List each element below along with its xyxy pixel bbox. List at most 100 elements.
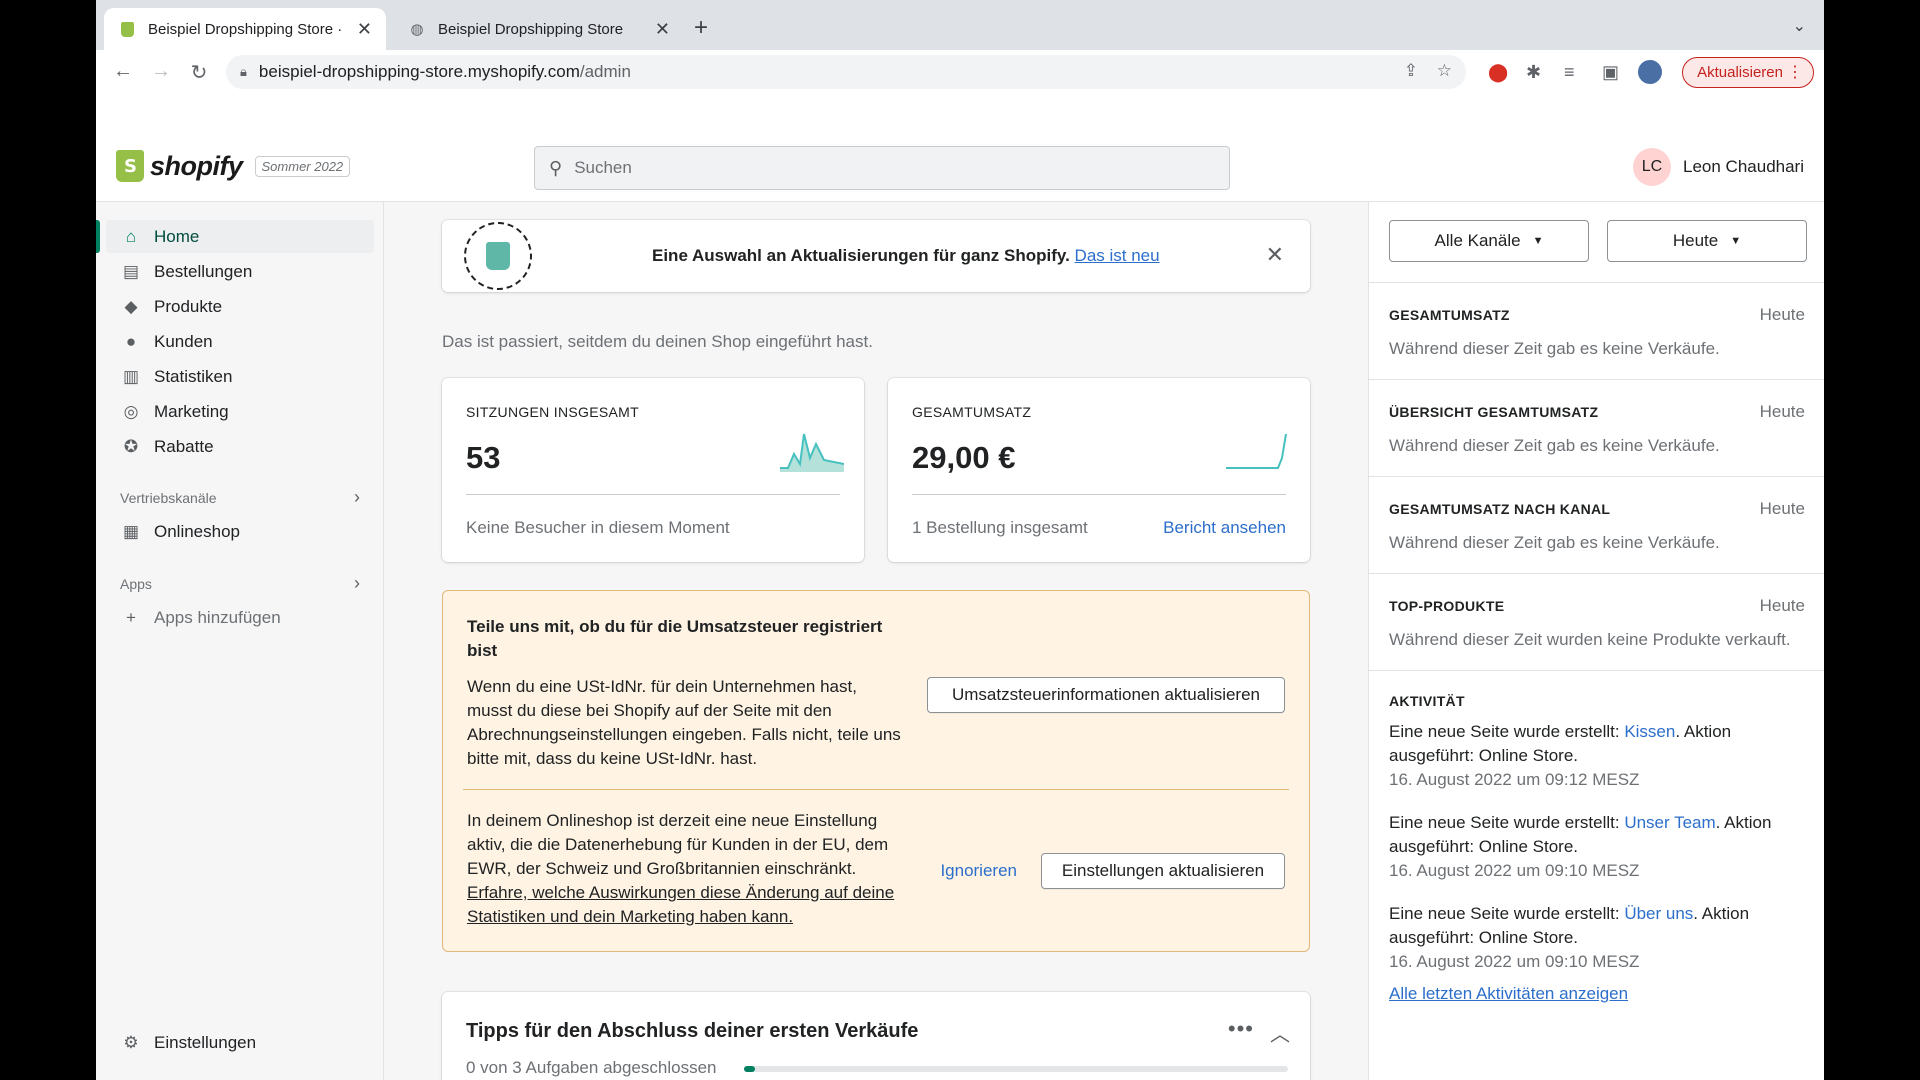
activity-link[interactable]: Unser Team xyxy=(1624,813,1715,832)
tag-icon: ◆ xyxy=(124,296,138,316)
url-input[interactable]: 🔒︎ beispiel-dropshipping-store.myshopify… xyxy=(226,55,1466,89)
avatar: LC xyxy=(1633,148,1672,186)
chevron-down-icon[interactable]: ⌄ xyxy=(1793,16,1806,36)
date-select[interactable]: Heute ▼ xyxy=(1607,220,1807,262)
all-activities-link[interactable]: Alle letzten Aktivitäten anzeigen xyxy=(1389,984,1628,1004)
section-date: Heute xyxy=(1759,596,1805,615)
star-icon[interactable]: ☆ xyxy=(1437,61,1452,81)
select-value: Alle Kanäle xyxy=(1434,231,1521,250)
sales-overview-section[interactable]: ÜBERSICHT GESAMTUMSATZ Heute Während die… xyxy=(1369,379,1824,476)
apps-section[interactable]: Apps › xyxy=(120,573,360,594)
shopify-header: shopify Sommer 2022 ⚲ Suchen LC Leon Cha… xyxy=(96,132,1824,202)
search-placeholder: Suchen xyxy=(574,158,632,177)
banner-link[interactable]: Das ist neu xyxy=(1075,246,1160,265)
new-tab-icon[interactable]: + xyxy=(694,14,708,42)
shopify-favicon-icon xyxy=(118,20,136,38)
section-label: Apps xyxy=(120,576,152,592)
sidebar-item-discounts[interactable]: ✪ Rabatte xyxy=(106,430,374,463)
sidebar-item-settings[interactable]: ⚙ Einstellungen xyxy=(106,1026,374,1059)
more-horizontal-icon[interactable]: ••• xyxy=(1228,1016,1254,1042)
privacy-learn-more-link[interactable]: Erfahre, welche Auswirkungen diese Änder… xyxy=(467,883,894,926)
section-message: Während dieser Zeit wurden keine Produkt… xyxy=(1389,630,1791,649)
activity-link[interactable]: Kissen xyxy=(1624,722,1675,741)
activity-item: Eine neue Seite wurde erstellt: Über uns… xyxy=(1389,902,1809,974)
tips-title: Tipps für den Abschluss deiner ersten Ve… xyxy=(466,1020,919,1042)
search-input[interactable]: ⚲ Suchen xyxy=(534,146,1230,190)
activity-item: Eine neue Seite wurde erstellt: Unser Te… xyxy=(1389,811,1809,883)
profile-avatar-icon[interactable] xyxy=(1638,60,1662,84)
forward-arrow-icon[interactable]: → xyxy=(142,60,180,83)
update-settings-button[interactable]: Einstellungen aktualisieren xyxy=(1041,853,1285,889)
url-path: /admin xyxy=(579,62,631,81)
banner-text: Eine Auswahl an Aktualisierungen für gan… xyxy=(652,246,1070,265)
sidebar-item-customers[interactable]: ● Kunden xyxy=(106,325,374,358)
total-sales-section[interactable]: GESAMTUMSATZ Heute Während dieser Zeit g… xyxy=(1369,282,1824,379)
total-sales-card[interactable]: GESAMTUMSATZ 29,00 € 1 Bestellung insges… xyxy=(888,378,1310,562)
ignore-link[interactable]: Ignorieren xyxy=(940,861,1017,881)
sales-channels-section[interactable]: Vertriebskanäle › xyxy=(120,487,360,508)
address-bar: ← → ↻ 🔒︎ beispiel-dropshipping-store.mys… xyxy=(96,50,1824,94)
media-icon[interactable]: ≡ xyxy=(1564,62,1575,83)
puzzle-icon[interactable]: ✱ xyxy=(1526,62,1541,83)
close-icon[interactable]: ✕ xyxy=(357,19,372,40)
update-button[interactable]: Aktualisieren ⋮ xyxy=(1682,57,1814,88)
sidebar-item-label: Kunden xyxy=(154,331,213,351)
extension-opera-icon[interactable]: ⬤ xyxy=(1488,62,1508,83)
search-icon: ⚲ xyxy=(549,157,563,178)
tab-store[interactable]: ◍ Beispiel Dropshipping Store ✕ xyxy=(394,8,684,50)
sidebar-item-analytics[interactable]: ▥ Statistiken xyxy=(106,360,374,393)
update-label: Aktualisieren xyxy=(1697,64,1783,81)
user-menu[interactable]: LC Leon Chaudhari xyxy=(1633,148,1804,186)
sidebar-item-home[interactable]: ⌂ Home xyxy=(106,220,374,253)
editions-banner: Eine Auswahl an Aktualisierungen für gan… xyxy=(442,220,1310,292)
view-report-link[interactable]: Bericht ansehen xyxy=(1163,518,1286,538)
url-host: beispiel-dropshipping-store.myshopify.co… xyxy=(258,62,580,81)
sidebar-item-label: Bestellungen xyxy=(154,261,253,281)
sidebar-item-label: Produkte xyxy=(154,296,223,316)
main-content: Eine Auswahl an Aktualisierungen für gan… xyxy=(384,202,1368,1080)
reload-icon[interactable]: ↻ xyxy=(180,60,218,85)
metric-label: SITZUNGEN INSGESAMT xyxy=(466,404,639,420)
section-date: Heute xyxy=(1759,402,1805,421)
update-vat-button[interactable]: Umsatzsteuerinformationen aktualisieren xyxy=(927,677,1285,713)
section-message: Während dieser Zeit gab es keine Verkäuf… xyxy=(1389,339,1720,358)
sidebar-item-label: Einstellungen xyxy=(154,1032,257,1052)
browser-window: Beispiel Dropshipping Store · H ✕ ◍ Beis… xyxy=(96,0,1824,1080)
sessions-card[interactable]: SITZUNGEN INSGESAMT 53 Keine Besucher in… xyxy=(442,378,864,562)
section-message: Während dieser Zeit gab es keine Verkäuf… xyxy=(1389,533,1720,552)
sidebar-item-label: Home xyxy=(154,226,200,246)
home-icon: ⌂ xyxy=(125,226,137,246)
share-icon[interactable]: ⇪ xyxy=(1404,61,1418,81)
sidebar-item-products[interactable]: ◆ Produkte xyxy=(106,290,374,323)
sales-by-channel-section[interactable]: GESAMTUMSATZ NACH KANAL Heute Während di… xyxy=(1369,476,1824,573)
divider xyxy=(466,494,840,495)
sidebar-item-label: Statistiken xyxy=(154,366,233,386)
sidebar-item-marketing[interactable]: ◎ Marketing xyxy=(106,395,374,428)
sidebar-item-orders[interactable]: ▤ Bestellungen xyxy=(106,255,374,288)
sidebar-item-add-apps[interactable]: + Apps hinzufügen xyxy=(106,601,374,634)
globe-icon: ◍ xyxy=(410,21,424,38)
back-arrow-icon[interactable]: ← xyxy=(104,60,142,83)
section-date: Heute xyxy=(1759,305,1805,324)
section-title: ÜBERSICHT GESAMTUMSATZ xyxy=(1389,404,1599,420)
activity-link[interactable]: Über uns xyxy=(1624,904,1693,923)
top-products-section[interactable]: TOP-PRODUKTE Heute Während dieser Zeit w… xyxy=(1369,573,1824,670)
activity-time: 16. August 2022 um 09:12 MESZ xyxy=(1389,770,1640,789)
metric-footer: Keine Besucher in diesem Moment xyxy=(466,518,730,537)
chevron-right-icon: › xyxy=(354,573,360,593)
editions-seal-icon xyxy=(464,222,532,290)
shopify-logo[interactable]: shopify Sommer 2022 xyxy=(116,150,351,182)
tab-admin[interactable]: Beispiel Dropshipping Store · H ✕ xyxy=(104,8,386,50)
side-panel-icon[interactable]: ▣ xyxy=(1602,62,1619,83)
close-icon[interactable]: ✕ xyxy=(1266,242,1284,268)
tips-card: Tipps für den Abschluss deiner ersten Ve… xyxy=(442,992,1310,1080)
close-icon[interactable]: ✕ xyxy=(655,19,670,40)
sidebar-item-online-store[interactable]: ▦ Onlineshop xyxy=(106,515,374,548)
edition-badge[interactable]: Sommer 2022 xyxy=(254,155,351,177)
sidebar-item-label: Apps hinzufügen xyxy=(154,607,281,627)
channel-select[interactable]: Alle Kanäle ▼ xyxy=(1389,220,1589,262)
vat-notice-card: Teile uns mit, ob du für die Umsatzsteue… xyxy=(442,590,1310,952)
chevron-up-icon[interactable]: ︿ xyxy=(1270,1018,1290,1047)
caret-down-icon: ▼ xyxy=(1730,235,1742,247)
metric-footer: 1 Bestellung insgesamt xyxy=(912,518,1088,537)
